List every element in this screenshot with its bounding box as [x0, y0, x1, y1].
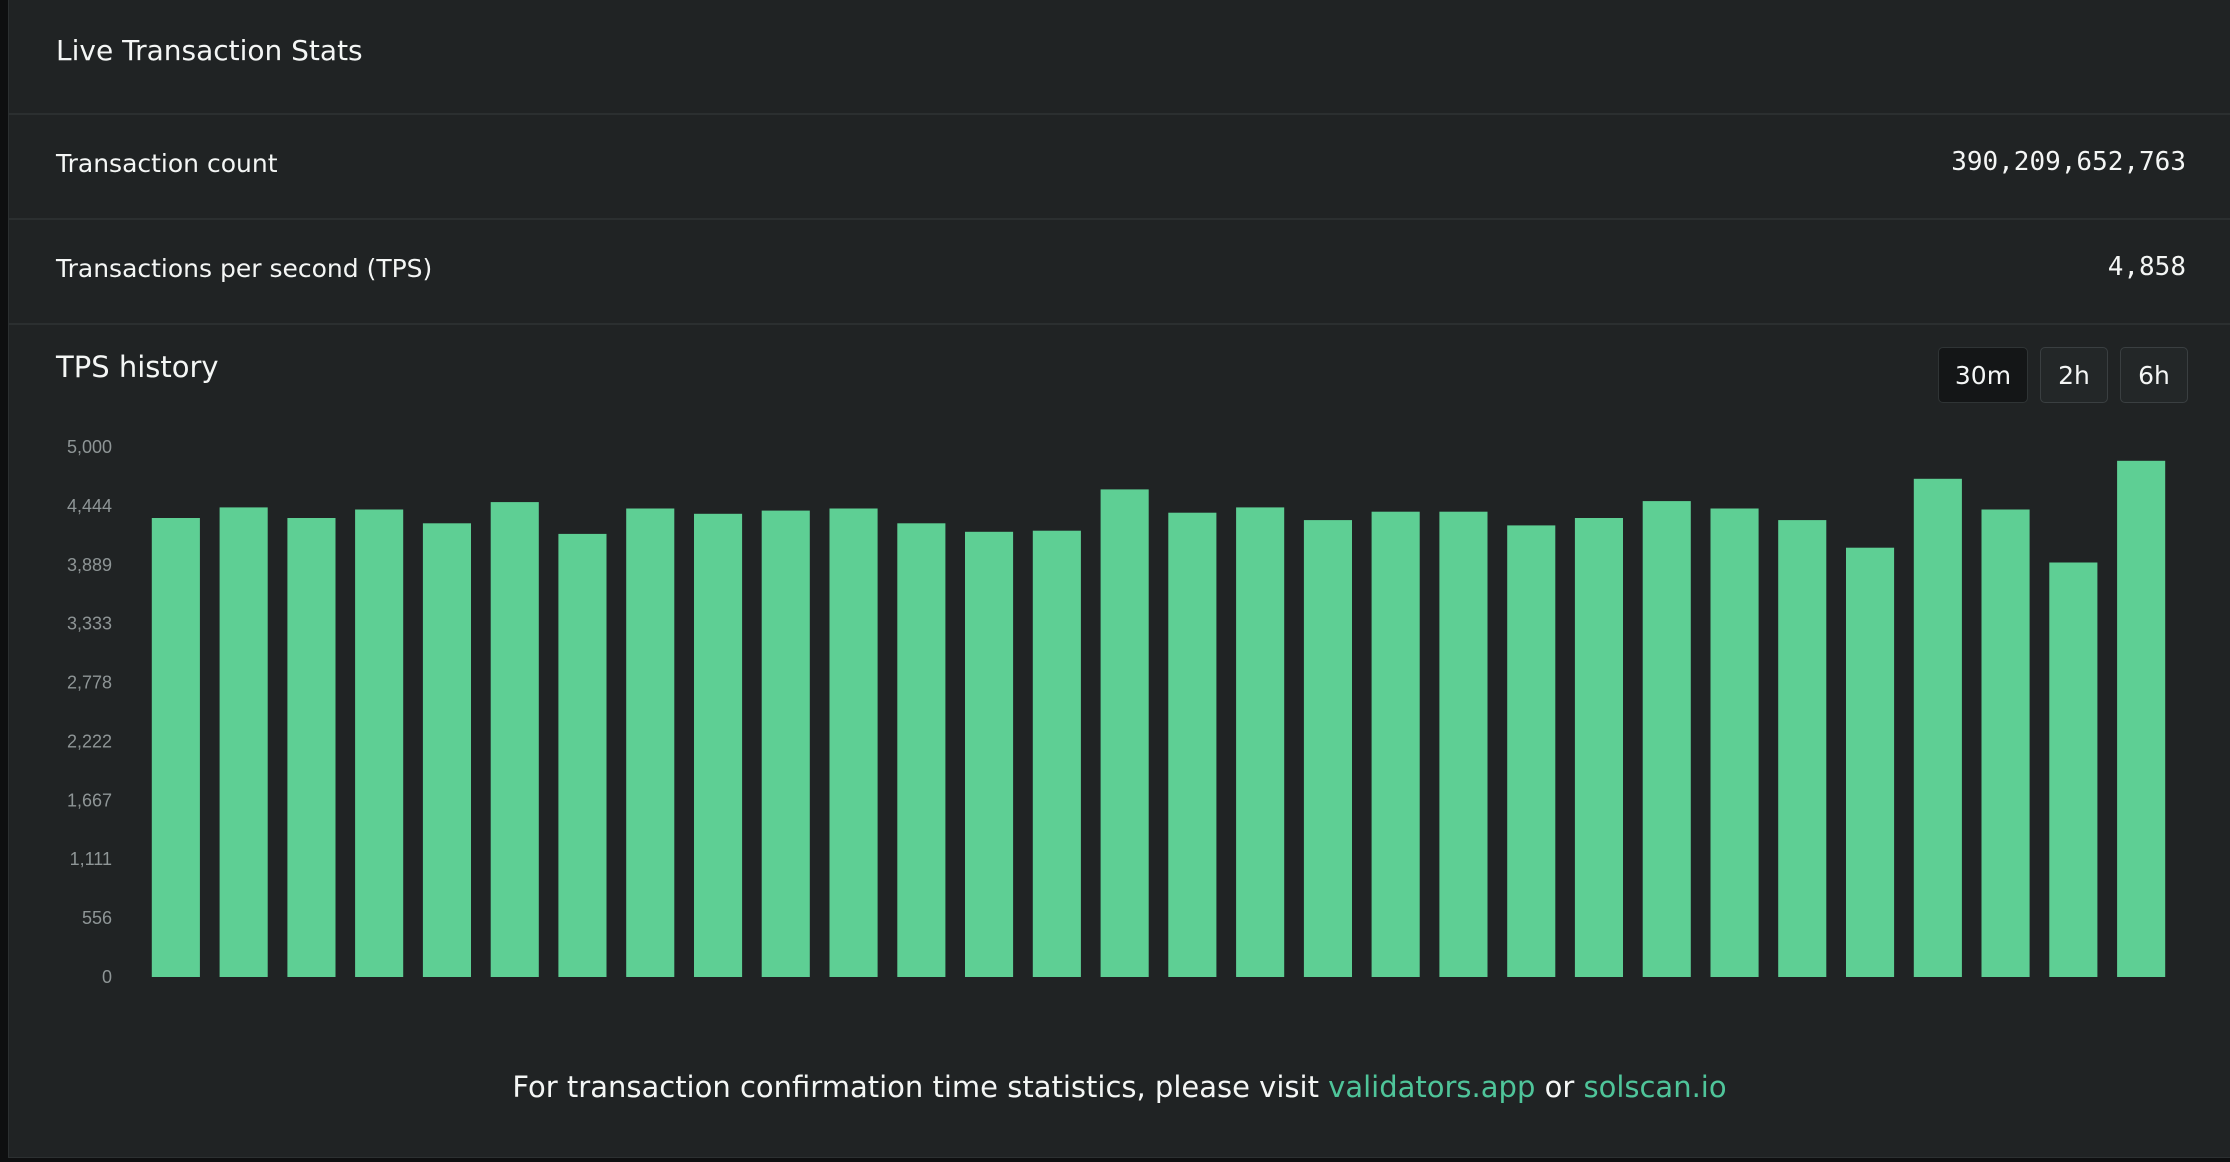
transaction-count-label: Transaction count: [56, 149, 278, 178]
footer-conjunction: or: [1544, 1070, 1575, 1104]
tps-bar[interactable]: [1032, 530, 1081, 977]
tps-bar[interactable]: [1778, 520, 1827, 977]
range-2h-button[interactable]: 2h: [2040, 347, 2108, 403]
transaction-count-row: Transaction count 390,209,652,763: [9, 115, 2230, 220]
tps-row: Transactions per second (TPS) 4,858: [9, 220, 2230, 325]
tps-bar[interactable]: [1507, 525, 1556, 977]
tps-bar[interactable]: [1100, 489, 1149, 977]
range-6h-button[interactable]: 6h: [2120, 347, 2188, 403]
tps-bar[interactable]: [829, 508, 878, 978]
footer-text: For transaction confirmation time statis…: [512, 1070, 1319, 1104]
tps-label: Transactions per second (TPS): [56, 254, 433, 283]
y-tick-label: 3,889: [67, 555, 112, 575]
tps-value: 4,858: [2107, 252, 2186, 282]
y-tick-label: 3,333: [67, 614, 112, 634]
transaction-count-value: 390,209,652,763: [1951, 147, 2186, 177]
y-tick-label: 2,778: [67, 673, 112, 693]
tps-bar[interactable]: [1710, 508, 1759, 978]
tps-bar[interactable]: [151, 518, 200, 977]
tps-bar[interactable]: [2117, 460, 2166, 977]
tps-bar[interactable]: [287, 518, 336, 977]
tps-bar[interactable]: [965, 531, 1014, 977]
validators-app-link[interactable]: validators.app: [1328, 1070, 1535, 1104]
tps-bar[interactable]: [1574, 518, 1623, 977]
solscan-link[interactable]: solscan.io: [1583, 1070, 1726, 1104]
y-tick-label: 1,667: [67, 790, 112, 810]
tps-bar[interactable]: [897, 523, 946, 977]
tps-bar[interactable]: [2049, 562, 2098, 978]
y-tick-label: 0: [102, 967, 112, 987]
tps-bar[interactable]: [1236, 507, 1285, 977]
tps-bar[interactable]: [1439, 511, 1488, 977]
y-tick-label: 1,111: [70, 849, 112, 869]
tps-bar[interactable]: [219, 507, 268, 977]
footer-note: For transaction confirmation time statis…: [9, 1070, 2230, 1104]
card-title: Live Transaction Stats: [56, 34, 363, 67]
tps-bar[interactable]: [355, 509, 404, 978]
y-tick-label: 5,000: [67, 437, 112, 457]
tps-bar[interactable]: [1981, 509, 2030, 978]
tps-bar[interactable]: [1642, 501, 1691, 977]
tps-bar[interactable]: [422, 523, 471, 977]
tps-bar[interactable]: [694, 513, 743, 977]
range-30m-button[interactable]: 30m: [1938, 347, 2028, 403]
tps-history-title: TPS history: [56, 350, 219, 384]
tps-bar[interactable]: [1303, 520, 1352, 977]
y-tick-label: 4,444: [67, 496, 112, 516]
tps-bar[interactable]: [1913, 478, 1962, 977]
live-transaction-stats-card: Live Transaction Stats Transaction count…: [8, 0, 2230, 1158]
y-tick-label: 556: [82, 908, 112, 928]
card-header: Live Transaction Stats: [9, 0, 2230, 115]
y-tick-label: 2,222: [67, 731, 112, 751]
tps-bar[interactable]: [1371, 511, 1420, 977]
tps-bar[interactable]: [1846, 547, 1895, 977]
tps-bar[interactable]: [558, 533, 607, 977]
tps-bar[interactable]: [626, 508, 675, 978]
tps-history-chart: 5,000 4,444 3,889 3,333 2,778 2,222 1,667 1,111…: [67, 437, 2166, 987]
tps-bar[interactable]: [490, 502, 539, 977]
tps-bar[interactable]: [761, 510, 810, 977]
tps-bar[interactable]: [1168, 512, 1217, 977]
